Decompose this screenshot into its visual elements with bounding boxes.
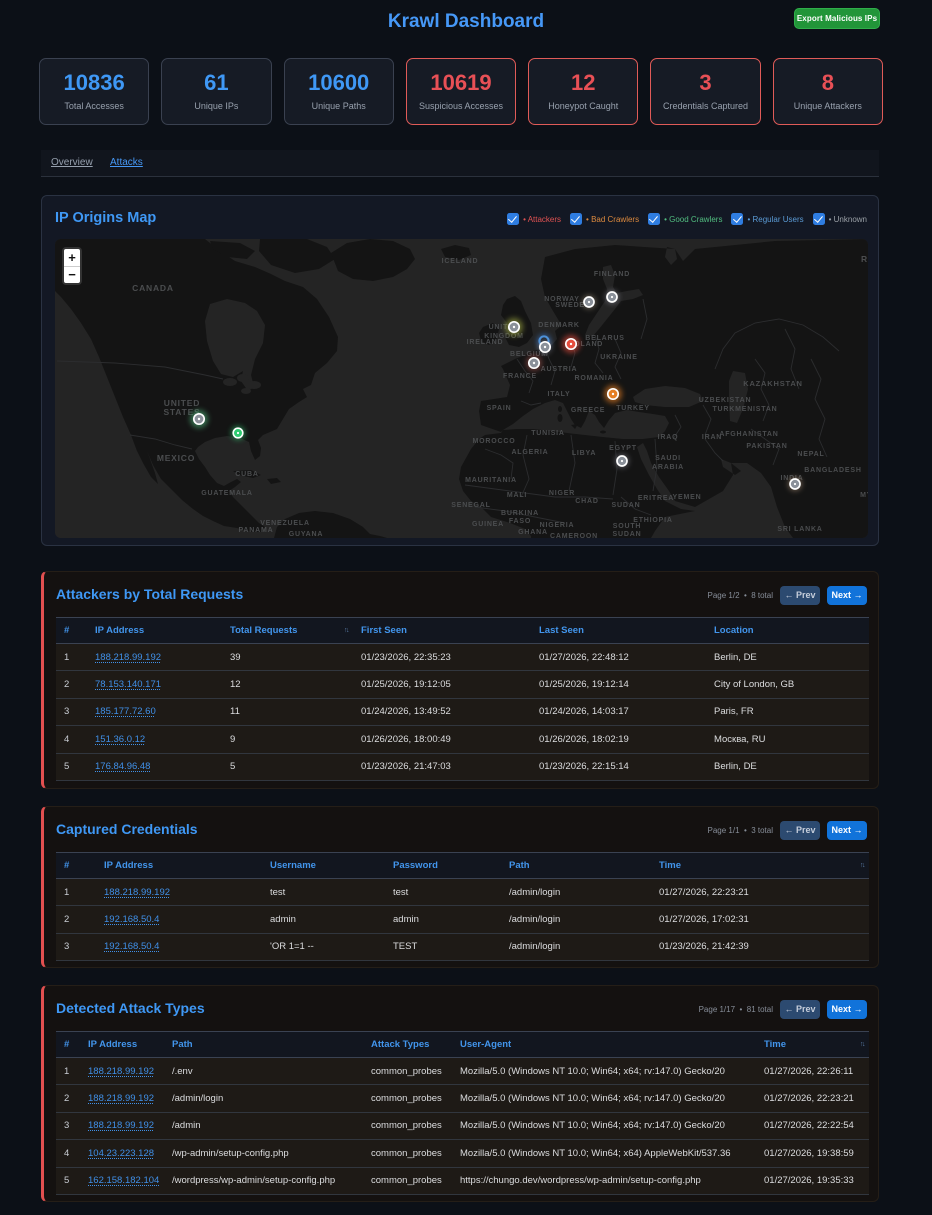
svg-text:TURKEY: TURKEY [616,405,650,412]
svg-text:VENEZUELA: VENEZUELA [260,520,310,527]
svg-text:GUINEA: GUINEA [472,521,504,528]
svg-text:SAUDI: SAUDI [655,455,681,462]
svg-text:CUBA: CUBA [235,471,258,478]
svg-text:GUYANA: GUYANA [289,531,324,538]
svg-text:DENMARK: DENMARK [538,322,579,329]
svg-text:ARABIA: ARABIA [652,464,684,471]
svg-text:LIBYA: LIBYA [572,450,596,457]
svg-text:IRELAND: IRELAND [467,339,504,346]
svg-text:EGYPT: EGYPT [609,445,637,452]
svg-text:ETHIOPIA: ETHIOPIA [633,517,672,524]
svg-text:SOUTH: SOUTH [613,523,642,530]
svg-text:PANAMA: PANAMA [238,527,273,534]
svg-text:ALGERIA: ALGERIA [511,449,548,456]
svg-text:NIGER: NIGER [549,490,575,497]
svg-text:PAKISTAN: PAKISTAN [746,443,787,450]
svg-text:ROMANIA: ROMANIA [574,375,613,382]
svg-text:ITALY: ITALY [547,391,570,398]
svg-text:CHAD: CHAD [575,498,598,505]
svg-text:UZBEKISTAN: UZBEKISTAN [699,397,752,404]
svg-text:GUATEMALA: GUATEMALA [201,490,252,497]
svg-text:NEPAL: NEPAL [797,451,824,458]
svg-text:SENEGAL: SENEGAL [451,502,490,509]
svg-text:YEMEN: YEMEN [673,494,702,501]
svg-text:MALI: MALI [507,492,527,499]
svg-text:AFGHANISTAN: AFGHANISTAN [719,431,778,438]
svg-text:SRI LANKA: SRI LANKA [777,526,822,533]
svg-text:CAMEROON: CAMEROON [550,533,598,538]
svg-text:UKRAINE: UKRAINE [600,354,638,361]
svg-text:GREECE: GREECE [571,407,605,414]
svg-text:SPAIN: SPAIN [487,405,512,412]
svg-text:ICELAND: ICELAND [442,258,479,265]
svg-text:FASO: FASO [509,518,531,525]
svg-text:CANADA: CANADA [132,283,174,293]
svg-text:MAURITANIA: MAURITANIA [465,477,517,484]
svg-text:RUSSI: RUSSI [861,254,868,264]
svg-text:MYANM: MYANM [860,492,868,499]
svg-text:NIGERIA: NIGERIA [540,522,575,529]
svg-text:GHANA: GHANA [518,529,548,536]
svg-text:BURKINA: BURKINA [501,510,539,517]
svg-text:MOROCCO: MOROCCO [473,438,516,445]
svg-text:TURKMENISTAN: TURKMENISTAN [712,406,777,413]
svg-text:FINLAND: FINLAND [594,271,630,278]
svg-text:TUNISIA: TUNISIA [531,430,565,437]
svg-text:AUSTRIA: AUSTRIA [541,366,578,373]
svg-text:IRAQ: IRAQ [658,434,679,441]
svg-text:SUDAN: SUDAN [613,531,642,538]
svg-text:KAZAKHSTAN: KAZAKHSTAN [743,379,803,388]
svg-text:MEXICO: MEXICO [157,453,195,463]
svg-text:ERITREA: ERITREA [638,495,674,502]
svg-text:FRANCE: FRANCE [503,373,537,380]
svg-text:BELARUS: BELARUS [585,335,624,342]
svg-text:BANGLADESH: BANGLADESH [804,467,861,474]
svg-text:SUDAN: SUDAN [612,502,641,509]
